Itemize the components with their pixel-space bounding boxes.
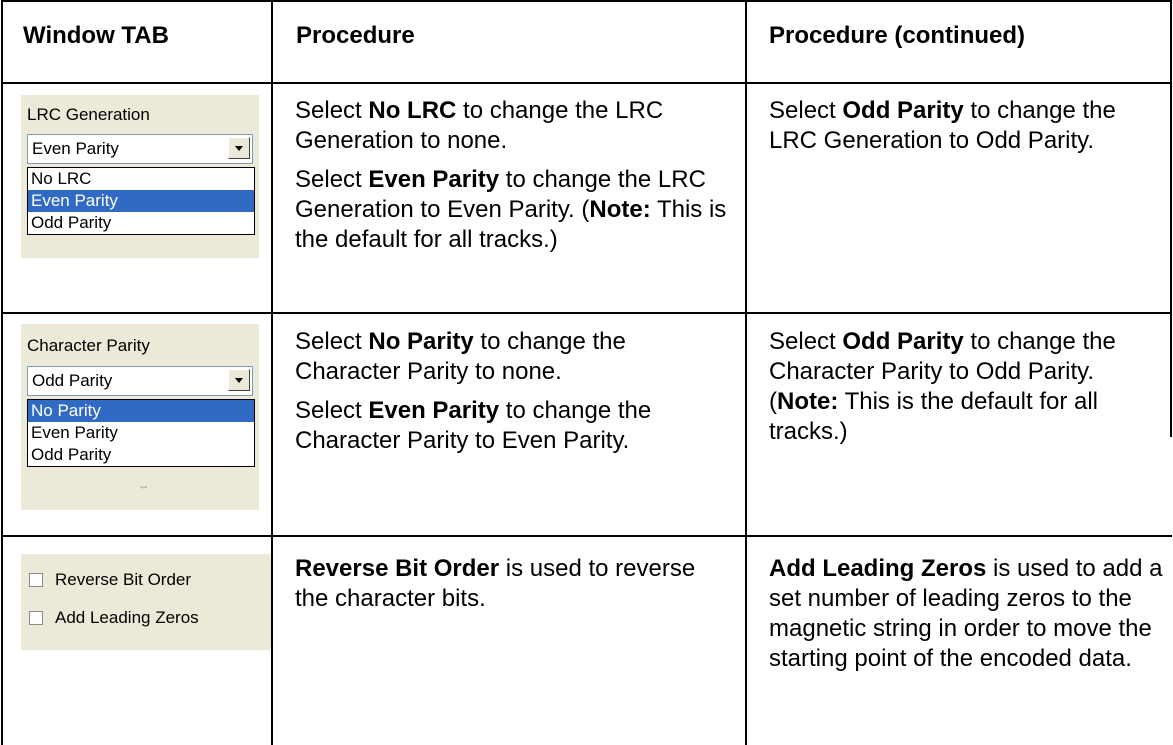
option-even-parity[interactable]: Even Parity bbox=[28, 422, 254, 444]
character-parity-widget: Character Parity Odd Parity No Parity Ev… bbox=[21, 324, 259, 510]
checkbox-icon[interactable] bbox=[29, 611, 43, 625]
checkbox-icon[interactable] bbox=[29, 573, 43, 587]
column-divider-2 bbox=[745, 0, 747, 745]
procedure-table: Window TAB Procedure Procedure (continue… bbox=[1, 0, 1172, 745]
character-parity-value: Odd Parity bbox=[32, 371, 113, 390]
row-divider-2 bbox=[1, 535, 1172, 537]
header-procedure-continued: Procedure (continued) bbox=[769, 22, 1026, 49]
lrc-generation-value: Even Parity bbox=[32, 139, 119, 158]
option-odd-parity[interactable]: Odd Parity bbox=[28, 212, 254, 234]
table-border-right bbox=[1170, 0, 1172, 437]
header-window-tab: Window TAB bbox=[23, 22, 169, 49]
character-parity-options: No Parity Even Parity Odd Parity bbox=[27, 399, 255, 467]
header-divider bbox=[1, 82, 1172, 84]
lrc-generation-widget: LRC Generation Even Parity No LRC Even P… bbox=[21, 95, 259, 258]
chevron-down-icon[interactable] bbox=[228, 137, 250, 159]
character-parity-select[interactable]: Odd Parity bbox=[27, 366, 253, 396]
add-leading-zeros-label: Add Leading Zeros bbox=[55, 608, 199, 627]
option-even-parity[interactable]: Even Parity bbox=[28, 190, 254, 212]
lrc-procedure-continued: Select Odd Parity to change the LRC Gene… bbox=[769, 97, 1116, 154]
character-parity-procedure-continued: Select Odd Parity to change the Characte… bbox=[769, 328, 1116, 445]
row-divider-1 bbox=[1, 312, 1172, 314]
lrc-generation-select[interactable]: Even Parity bbox=[27, 134, 253, 164]
header-procedure: Procedure bbox=[296, 22, 415, 49]
lrc-procedure: Select No LRC to change the LRC Generati… bbox=[295, 97, 727, 253]
lrc-generation-label: LRC Generation bbox=[27, 105, 150, 124]
chevron-down-icon[interactable] bbox=[228, 369, 250, 391]
character-parity-label: Character Parity bbox=[27, 336, 150, 355]
option-no-parity[interactable]: No Parity bbox=[28, 400, 254, 422]
reverse-bit-order-procedure: Reverse Bit Order is used to reverse the… bbox=[295, 555, 696, 612]
reverse-bit-order-checkbox[interactable]: Reverse Bit Order bbox=[29, 570, 191, 590]
add-leading-zeros-procedure: Add Leading Zeros is used to add a set n… bbox=[769, 555, 1163, 672]
add-leading-zeros-checkbox[interactable]: Add Leading Zeros bbox=[29, 608, 199, 628]
option-no-lrc[interactable]: No LRC bbox=[28, 168, 254, 190]
lrc-generation-options: No LRC Even Parity Odd Parity bbox=[27, 167, 255, 235]
reverse-bit-order-label: Reverse Bit Order bbox=[55, 570, 192, 589]
ghost-add-leading-zeros: Add Leading Zeros bbox=[53, 470, 197, 489]
bit-order-options-widget: Reverse Bit Order Add Leading Zeros bbox=[21, 554, 271, 650]
character-parity-procedure: Select No Parity to change the Character… bbox=[295, 328, 652, 454]
option-odd-parity[interactable]: Odd Parity bbox=[28, 444, 254, 466]
table-border-top bbox=[1, 0, 1172, 2]
column-divider-1 bbox=[271, 0, 273, 745]
table-border-left bbox=[1, 0, 3, 745]
